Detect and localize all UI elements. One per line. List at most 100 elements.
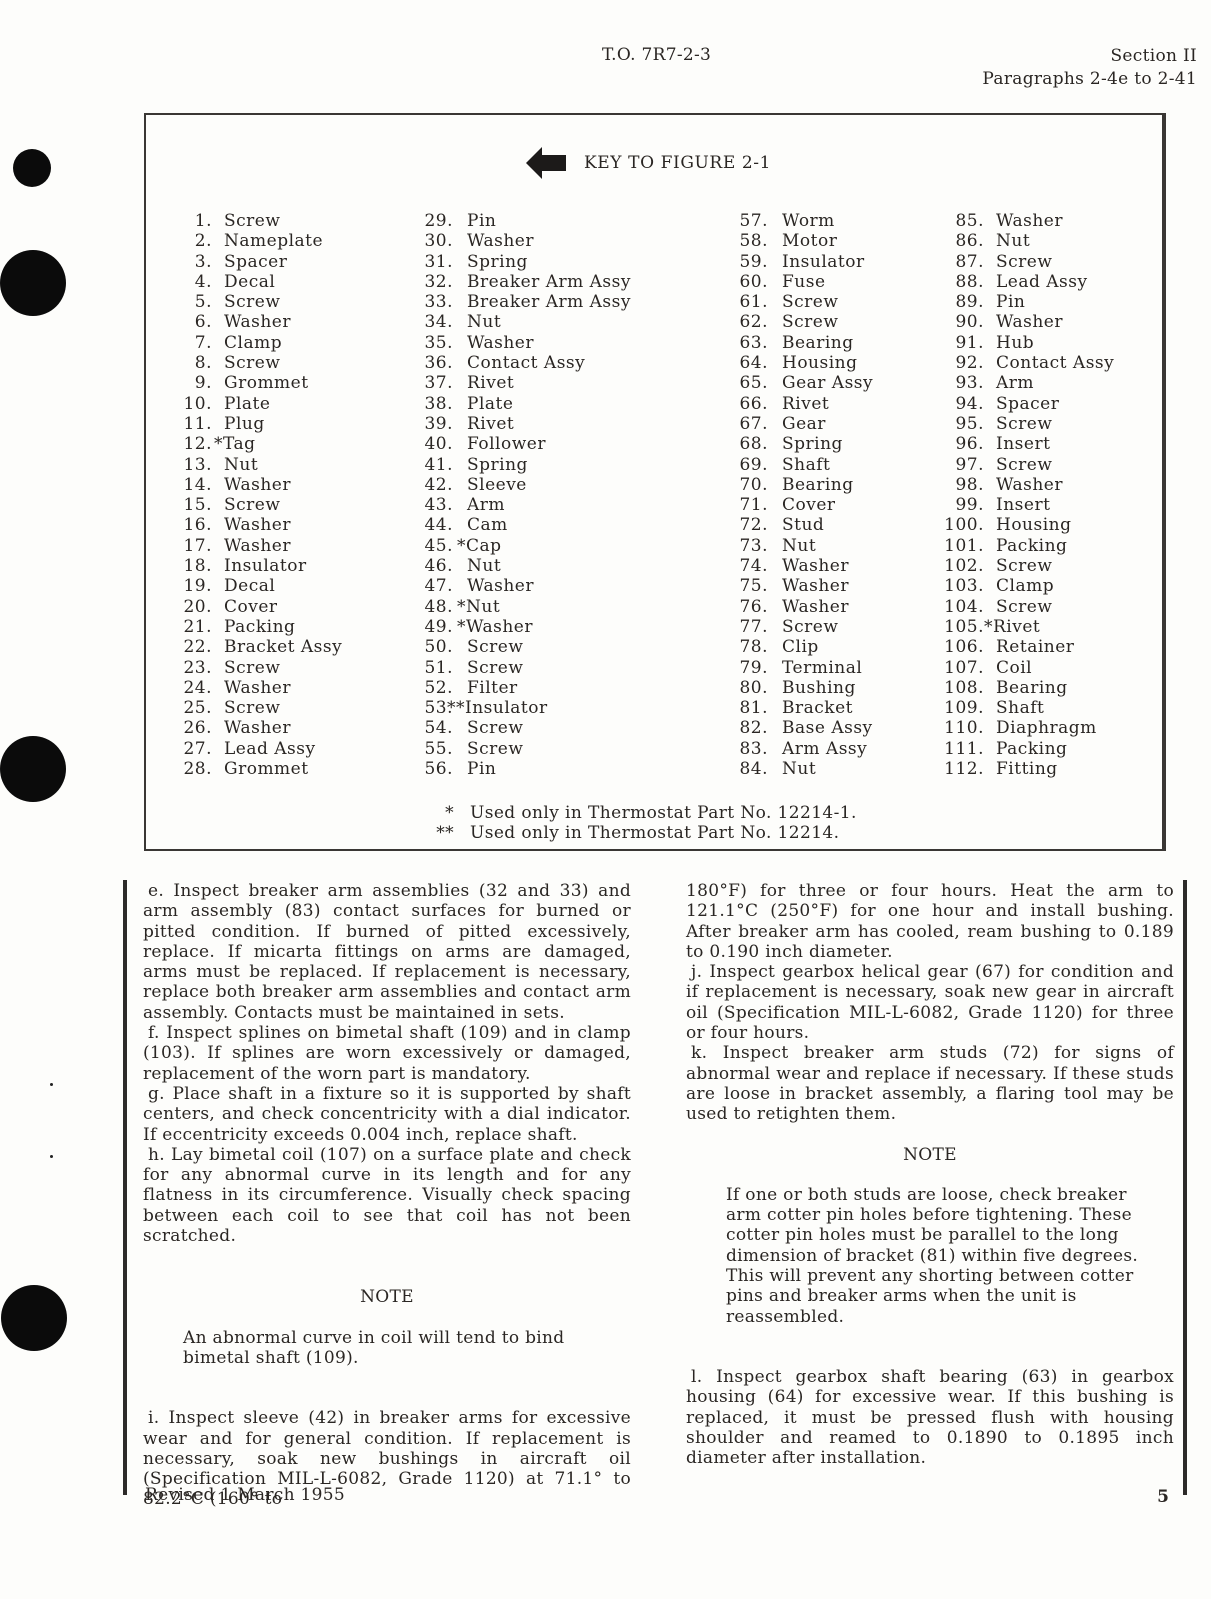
key-item: 17. Washer [168, 536, 342, 556]
key-item-number: 54. [424, 718, 453, 739]
key-item: 11. Plug [168, 414, 342, 434]
key-item: 60. Fuse [720, 272, 873, 292]
key-item-number: 1. [194, 211, 212, 231]
key-item-number: 57. [739, 211, 768, 231]
key-item-name: Washer [224, 474, 291, 495]
key-item: 77. Screw [720, 617, 873, 637]
key-item: 100. Housing [928, 515, 1114, 535]
key-item-name: Nameplate [224, 231, 324, 252]
key-item-name: Spring [467, 251, 528, 272]
key-item: 33. Breaker Arm Assy [409, 292, 707, 312]
key-item-name: Screw [996, 596, 1053, 617]
key-item-name: Washer [467, 231, 534, 252]
key-item: 74. Washer [720, 556, 873, 576]
key-item-number: 23. [183, 657, 212, 678]
key-item-number: 49. [424, 616, 453, 637]
paragraph-f: f. Inspect splines on bimetal shaft (109… [143, 1023, 631, 1084]
key-item-name: *Washer [457, 616, 533, 637]
key-item-number: 11. [183, 413, 212, 434]
key-item-number: 99. [955, 495, 984, 516]
footnote-mark: ** [436, 823, 454, 843]
key-item-name: Decal [224, 271, 276, 292]
key-item-number: 46. [424, 556, 453, 577]
key-item-name: Packing [996, 535, 1068, 556]
key-item-name: Grommet [224, 759, 309, 780]
key-item: 70. Bearing [720, 475, 873, 495]
paragraphs-range: Paragraphs 2-4e to 2-41 [982, 69, 1197, 89]
key-item-name: Plate [467, 393, 514, 414]
key-item: 88. Lead Assy [928, 272, 1114, 292]
key-item: 81. Bracket [720, 698, 873, 718]
key-item: 41. Spring [409, 455, 707, 475]
key-item-name: Plug [224, 413, 265, 434]
key-item: 84. Nut [720, 759, 873, 779]
key-item-number: 65. [739, 373, 768, 394]
key-item-name: Washer [224, 718, 291, 739]
key-item: 3. Spacer [168, 252, 342, 272]
key-item-number: 66. [739, 393, 768, 414]
key-item: 43. Arm [409, 495, 707, 515]
key-item: 107. Coil [928, 658, 1114, 678]
key-item: 66. Rivet [720, 394, 873, 414]
key-item-name: Gear [782, 413, 826, 434]
key-item-number: 14. [183, 474, 212, 495]
key-item-name: Bushing [782, 677, 856, 698]
key-item-name: Nut [467, 556, 502, 577]
key-item-number: 102. [944, 556, 984, 577]
key-item-number: 75. [739, 576, 768, 597]
key-item-name: Washer [996, 211, 1063, 231]
key-item: 67. Gear [720, 414, 873, 434]
key-item-number: 88. [955, 271, 984, 292]
key-item-name: Fitting [996, 759, 1058, 780]
key-item: 57. Worm [720, 211, 873, 231]
key-item: 99. Insert [928, 495, 1114, 515]
key-title-row: KEY TO FIGURE 2-1 [526, 145, 771, 181]
key-item: 87. Screw [928, 252, 1114, 272]
key-item: 108. Bearing [928, 678, 1114, 698]
key-item: 42. Sleeve [409, 475, 707, 495]
punch-hole [0, 736, 66, 802]
key-item-name: Shaft [996, 698, 1045, 719]
key-item-name: Washer [467, 332, 534, 353]
key-item-name: Cover [224, 596, 278, 617]
key-item-name: Screw [996, 454, 1053, 475]
key-item-number: 37. [424, 373, 453, 394]
key-item: 72. Stud [720, 515, 873, 535]
key-item-number: 105. [944, 616, 984, 637]
key-item-name: Washer [782, 576, 849, 597]
key-item-name: Breaker Arm Assy [467, 292, 631, 313]
scan-speck [50, 1155, 53, 1158]
key-item-number: 101. [944, 535, 984, 556]
key-item-number: 45. [424, 535, 453, 556]
key-item-name: Contact Assy [467, 353, 586, 374]
key-column-2: 29. Pin 30. Washer 31. Spring 32. Breaker Arm A… [409, 211, 707, 779]
section-header: Section II Paragraphs 2-4e to 2-41 [982, 45, 1197, 91]
key-item-number: 95. [955, 413, 984, 434]
key-item: 85. Washer [928, 211, 1114, 231]
punch-hole [13, 149, 51, 187]
key-item: 31. Spring [409, 252, 707, 272]
key-item-name: Arm [467, 495, 506, 516]
key-item-number: 5. [194, 292, 212, 313]
key-item-number: 55. [424, 738, 453, 759]
key-item-number: 15. [183, 495, 212, 516]
key-item-name: Screw [224, 495, 281, 516]
key-item-name: Washer [782, 596, 849, 617]
key-item: 30. Washer [409, 231, 707, 251]
key-item-name: Bracket [782, 698, 853, 719]
key-item: 23. Screw [168, 658, 342, 678]
key-item: 56. Pin [409, 759, 707, 779]
key-item-name: Breaker Arm Assy [467, 271, 631, 292]
key-item: 106. Retainer [928, 637, 1114, 657]
key-item-name: Housing [996, 515, 1072, 536]
key-item-number: 61. [739, 292, 768, 313]
key-item-name: Washer [224, 535, 291, 556]
key-item-name: Washer [224, 677, 291, 698]
key-item-number: 68. [739, 434, 768, 455]
key-item: 13. Nut [168, 455, 342, 475]
key-item: 58. Motor [720, 231, 873, 251]
key-item: 92. Contact Assy [928, 353, 1114, 373]
key-item-number: 18. [183, 556, 212, 577]
key-item: 18. Insulator [168, 556, 342, 576]
key-item-number: 100. [944, 515, 984, 536]
